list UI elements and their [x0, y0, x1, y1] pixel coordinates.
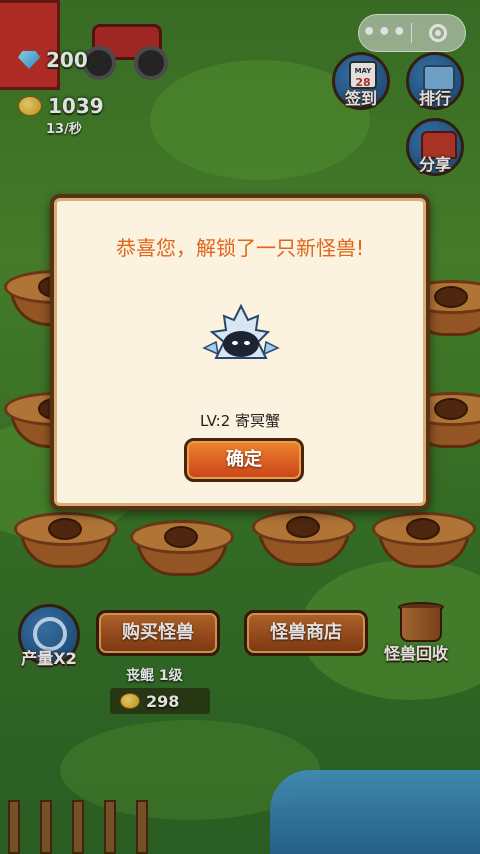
confirm-button[interactable]: 确定: [184, 438, 304, 482]
monster-level-name: LV:2 寄冥蟹: [199, 412, 281, 430]
unlock-dialog: 恭喜您，解锁了一只新怪兽! LV:2 寄冥蟹 确定: [50, 194, 430, 510]
hermit-crab-monster-icon: [202, 303, 280, 359]
dialog-title: 恭喜您，解锁了一只新怪兽!: [115, 236, 365, 260]
